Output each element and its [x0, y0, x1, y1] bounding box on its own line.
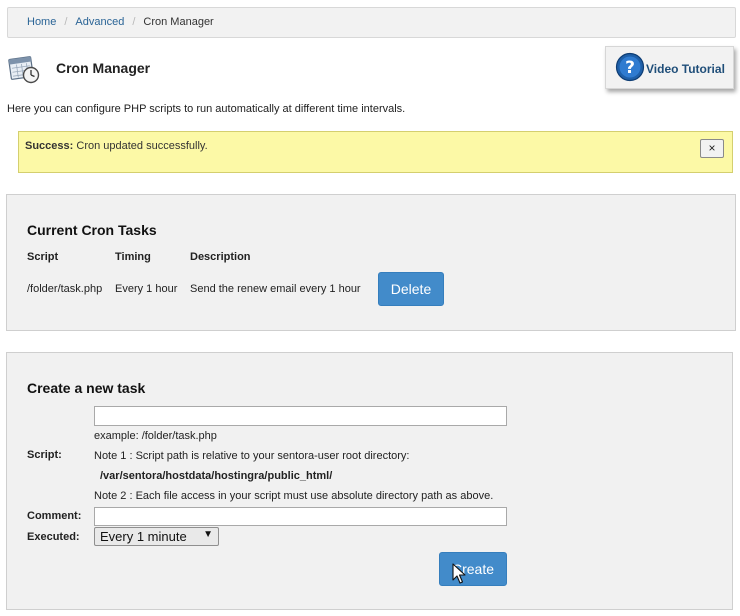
calendar-clock-icon — [8, 52, 40, 84]
current-tasks-title: Current Cron Tasks — [27, 222, 157, 238]
breadcrumb-advanced-link[interactable]: Advanced — [75, 16, 124, 28]
create-task-button[interactable]: Create — [439, 552, 507, 586]
script-note-1: Note 1 : Script path is relative to your… — [94, 450, 410, 462]
task-timing-cell: Every 1 hour — [115, 283, 178, 295]
breadcrumb-home-link[interactable]: Home — [27, 16, 56, 28]
video-tutorial-label: Video Tutorial — [646, 62, 725, 76]
column-header-timing: Timing — [115, 251, 151, 263]
comment-label: Comment: — [27, 510, 82, 522]
script-path-input[interactable] — [94, 406, 507, 426]
delete-task-button[interactable]: Delete — [378, 272, 444, 306]
script-label: Script: — [27, 449, 62, 461]
help-question-icon: ? — [615, 52, 645, 82]
success-alert: Success: Cron updated successfully. × — [18, 131, 733, 173]
create-task-title: Create a new task — [27, 380, 146, 396]
intro-text: Here you can configure PHP scripts to ru… — [7, 103, 406, 115]
mouse-pointer-icon — [452, 563, 466, 585]
breadcrumb-separator: / — [64, 16, 68, 28]
video-tutorial-button[interactable]: ? Video Tutorial — [605, 46, 734, 89]
alert-status-label: Success: — [25, 140, 74, 152]
root-directory-path: /var/sentora/hostdata/hostingra/public_h… — [100, 470, 333, 482]
alert-close-button[interactable]: × — [700, 139, 724, 158]
executed-selected-value: Every 1 minute — [100, 529, 187, 544]
executed-label: Executed: — [27, 531, 80, 543]
script-example-text: example: /folder/task.php — [94, 430, 217, 442]
breadcrumb-current: Cron Manager — [143, 16, 214, 28]
breadcrumb-separator: / — [132, 16, 136, 28]
task-description-cell: Send the renew email every 1 hour — [190, 283, 361, 295]
executed-interval-select[interactable]: Every 1 minute ▼ — [94, 527, 219, 546]
page-title: Cron Manager — [56, 60, 151, 76]
comment-input[interactable] — [94, 507, 507, 526]
task-script-cell: /folder/task.php — [27, 283, 103, 295]
alert-message: Cron updated successfully. — [73, 140, 208, 152]
breadcrumb: Home / Advanced / Cron Manager — [7, 7, 736, 38]
column-header-description: Description — [190, 251, 251, 263]
column-header-script: Script — [27, 251, 59, 263]
svg-text:?: ? — [625, 58, 635, 78]
dropdown-arrow-icon: ▼ — [203, 529, 213, 540]
script-note-2: Note 2 : Each file access in your script… — [94, 490, 494, 502]
